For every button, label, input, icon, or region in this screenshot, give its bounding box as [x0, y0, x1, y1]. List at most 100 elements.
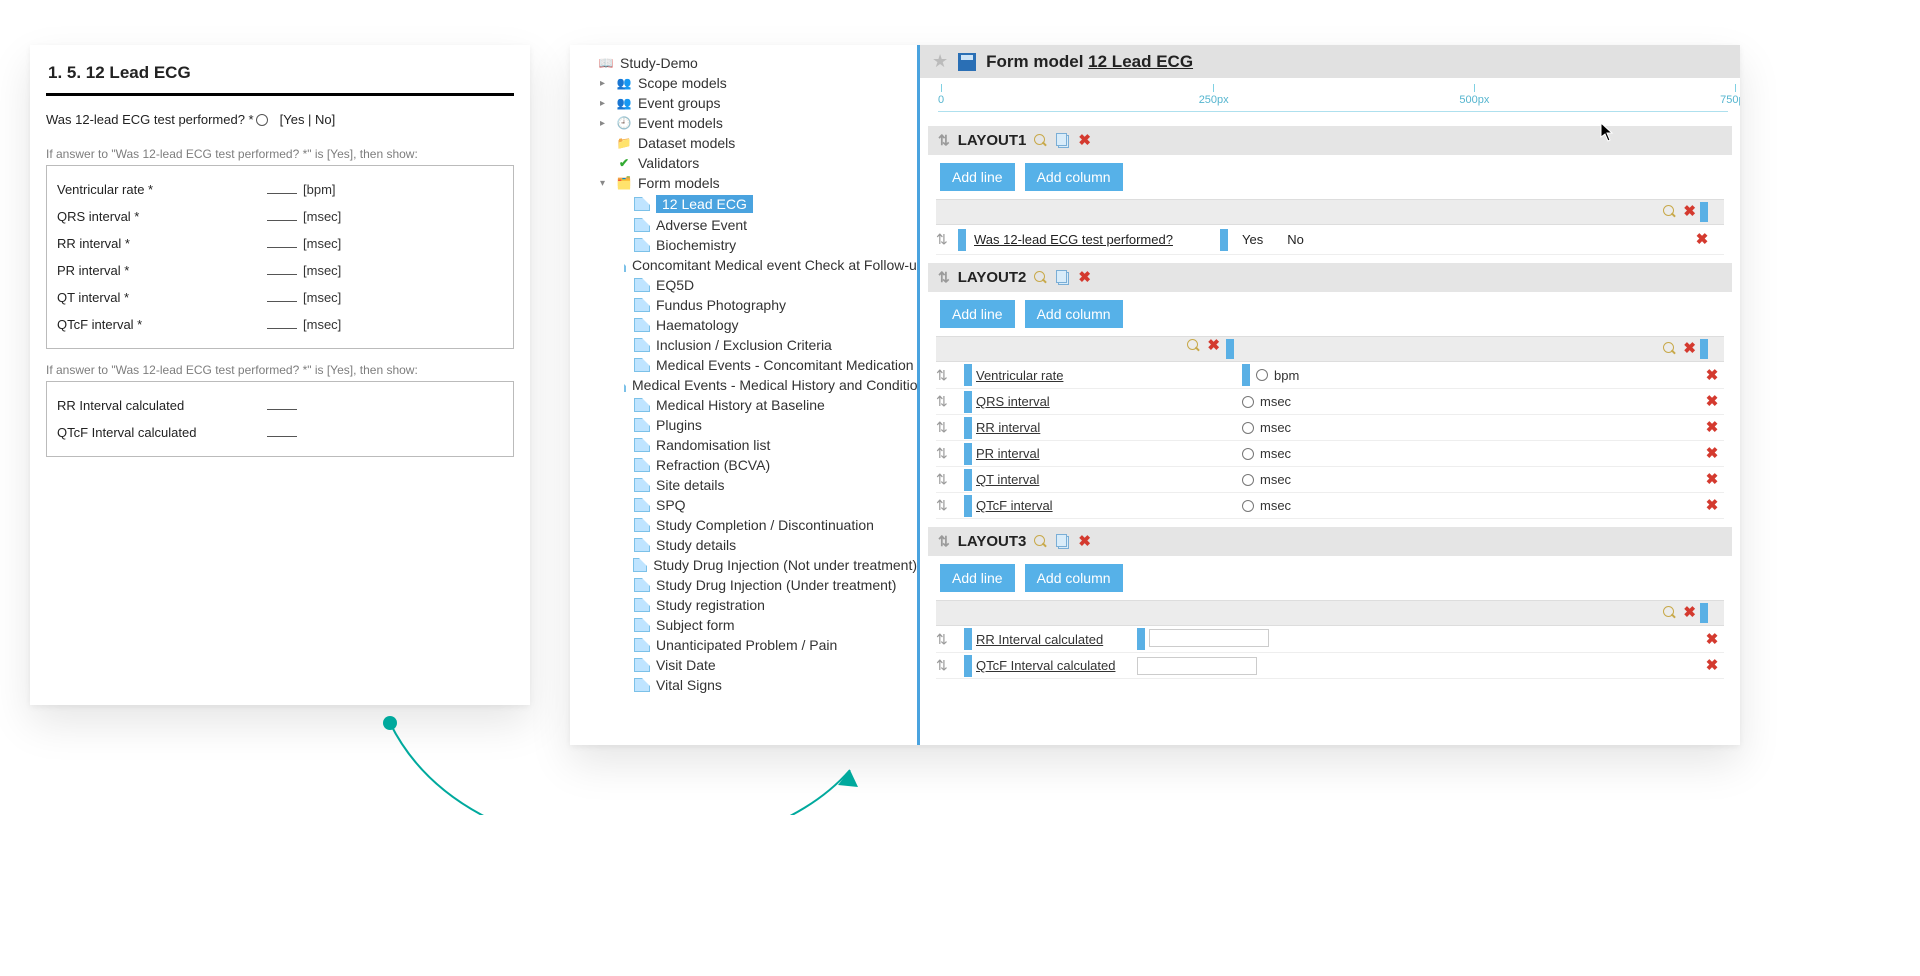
- copy-icon[interactable]: [1056, 134, 1070, 148]
- tree-form-18[interactable]: Study Drug Injection (Not under treatmen…: [653, 557, 917, 573]
- grip-icon[interactable]: ⇅: [936, 631, 958, 648]
- radio-icon[interactable]: [1242, 448, 1254, 460]
- delete-icon[interactable]: ✖: [1696, 231, 1709, 248]
- tree-form-23[interactable]: Visit Date: [656, 657, 716, 673]
- l3-r1-input[interactable]: [1137, 657, 1257, 675]
- cell-handle[interactable]: [1242, 364, 1250, 386]
- row-handle[interactable]: [964, 655, 972, 677]
- add-line-button[interactable]: Add line: [940, 163, 1015, 191]
- delete-icon[interactable]: ✖: [1683, 342, 1696, 356]
- magnifier-icon[interactable]: [1034, 134, 1048, 148]
- l3-r0-l[interactable]: RR Interval calculated: [972, 630, 1107, 649]
- radio-icon[interactable]: [1242, 396, 1254, 408]
- tree-form-16[interactable]: Study Completion / Discontinuation: [656, 517, 874, 533]
- cell-handle[interactable]: [1220, 229, 1228, 251]
- tree-form-4[interactable]: EQ5D: [656, 277, 694, 293]
- tree-root[interactable]: Study-Demo: [620, 55, 698, 71]
- grip-icon[interactable]: ⇅: [936, 419, 958, 436]
- radio-icon[interactable]: [1242, 500, 1254, 512]
- row-handle[interactable]: [964, 628, 972, 650]
- l2-r3-l[interactable]: PR interval: [972, 444, 1044, 463]
- l2-r5-l[interactable]: QTcF interval: [972, 496, 1057, 515]
- grip-icon[interactable]: ⇅: [936, 367, 958, 384]
- delete-icon[interactable]: ✖: [1706, 657, 1719, 674]
- delete-icon[interactable]: ✖: [1706, 393, 1719, 410]
- tree-form-11[interactable]: Plugins: [656, 417, 702, 433]
- ruler[interactable]: 0 250px 500px 750px: [938, 80, 1728, 112]
- tree-form-5[interactable]: Fundus Photography: [656, 297, 786, 313]
- q-label[interactable]: Was 12-lead ECG test performed?: [970, 230, 1220, 249]
- delete-icon[interactable]: ✖: [1078, 134, 1091, 148]
- tree-form-9[interactable]: Medical Events - Medical History and Con…: [632, 377, 920, 393]
- star-icon[interactable]: ★: [932, 51, 948, 72]
- tree-scope[interactable]: Scope models: [638, 75, 727, 91]
- delete-icon[interactable]: ✖: [1706, 445, 1719, 462]
- delete-icon[interactable]: ✖: [1683, 205, 1696, 219]
- radio-icon[interactable]: [1256, 369, 1268, 381]
- delete-icon[interactable]: ✖: [1706, 497, 1719, 514]
- add-line-button[interactable]: Add line: [940, 300, 1015, 328]
- delete-icon[interactable]: ✖: [1706, 367, 1719, 384]
- tree-form-10[interactable]: Medical History at Baseline: [656, 397, 825, 413]
- column-handle[interactable]: [1226, 339, 1234, 359]
- delete-icon[interactable]: ✖: [1706, 631, 1719, 648]
- tree-form-13[interactable]: Refraction (BCVA): [656, 457, 770, 473]
- delete-icon[interactable]: ✖: [1706, 471, 1719, 488]
- tree-form-14[interactable]: Site details: [656, 477, 724, 493]
- add-column-button[interactable]: Add column: [1025, 564, 1123, 592]
- tree-form-6[interactable]: Haematology: [656, 317, 739, 333]
- row-handle[interactable]: [964, 495, 972, 517]
- l2-r4-l[interactable]: QT interval: [972, 470, 1043, 489]
- row-handle[interactable]: [964, 364, 972, 386]
- tree-form-21[interactable]: Subject form: [656, 617, 735, 633]
- tree-form-20[interactable]: Study registration: [656, 597, 765, 613]
- save-icon[interactable]: [958, 53, 976, 71]
- row-handle[interactable]: [964, 391, 972, 413]
- delete-icon[interactable]: ✖: [1683, 606, 1696, 620]
- radio-icon[interactable]: [1242, 422, 1254, 434]
- column-handle[interactable]: [1700, 603, 1708, 623]
- grip-icon[interactable]: ⇅: [936, 393, 958, 410]
- delete-icon[interactable]: ✖: [1706, 419, 1719, 436]
- cell-handle[interactable]: [1137, 628, 1145, 650]
- magnifier-icon[interactable]: [1663, 205, 1677, 219]
- magnifier-icon[interactable]: [1187, 339, 1201, 353]
- tree-form-8[interactable]: Medical Events - Concomitant Medication: [656, 357, 914, 373]
- delete-icon[interactable]: ✖: [1078, 535, 1091, 549]
- l3-r1-l[interactable]: QTcF Interval calculated: [972, 656, 1119, 675]
- study-tree[interactable]: Study-Demo ▸Scope models ▸Event groups ▸…: [570, 45, 920, 745]
- l3-r0-input[interactable]: [1149, 629, 1269, 647]
- magnifier-icon[interactable]: [1663, 606, 1677, 620]
- row-handle[interactable]: [964, 443, 972, 465]
- row-handle[interactable]: [964, 469, 972, 491]
- l2-r0-l[interactable]: Ventricular rate: [972, 366, 1067, 385]
- tree-form-7[interactable]: Inclusion / Exclusion Criteria: [656, 337, 832, 353]
- delete-iconar[interactable]: ✖: [1207, 339, 1220, 359]
- tree-form-24[interactable]: Vital Signs: [656, 677, 722, 693]
- grip-icon[interactable]: ⇅: [936, 497, 958, 514]
- tree-form-3[interactable]: Concomitant Medical event Check at Follo…: [632, 257, 920, 273]
- tree-form-19[interactable]: Study Drug Injection (Under treatment): [656, 577, 896, 593]
- magnifier-icon[interactable]: [1663, 342, 1677, 356]
- grip-icon[interactable]: ⇅: [936, 231, 958, 248]
- column-handle[interactable]: [1700, 339, 1708, 359]
- tree-valid[interactable]: Validators: [638, 155, 699, 171]
- layout3-header[interactable]: ⇅ LAYOUT3 ✖: [928, 527, 1732, 556]
- magnifier-icon[interactable]: [1034, 271, 1048, 285]
- grip-icon[interactable]: ⇅: [938, 269, 950, 286]
- tree-form-2[interactable]: Biochemistry: [656, 237, 736, 253]
- delete-icon[interactable]: ✖: [1078, 271, 1091, 285]
- tree-form-15[interactable]: SPQ: [656, 497, 686, 513]
- grip-icon[interactable]: ⇅: [936, 657, 958, 674]
- add-column-button[interactable]: Add column: [1025, 300, 1123, 328]
- add-line-button[interactable]: Add line: [940, 564, 1015, 592]
- l2-r2-l[interactable]: RR interval: [972, 418, 1044, 437]
- tree-formm[interactable]: Form models: [638, 175, 720, 191]
- radio-icon[interactable]: [1242, 474, 1254, 486]
- layout2-header[interactable]: ⇅ LAYOUT2 ✖: [928, 263, 1732, 292]
- editor-title[interactable]: 12 Lead ECG: [1088, 52, 1193, 71]
- add-column-button[interactable]: Add column: [1025, 163, 1123, 191]
- copy-icon[interactable]: [1056, 271, 1070, 285]
- tree-form-22[interactable]: Unanticipated Problem / Pain: [656, 637, 837, 653]
- tree-form-17[interactable]: Study details: [656, 537, 736, 553]
